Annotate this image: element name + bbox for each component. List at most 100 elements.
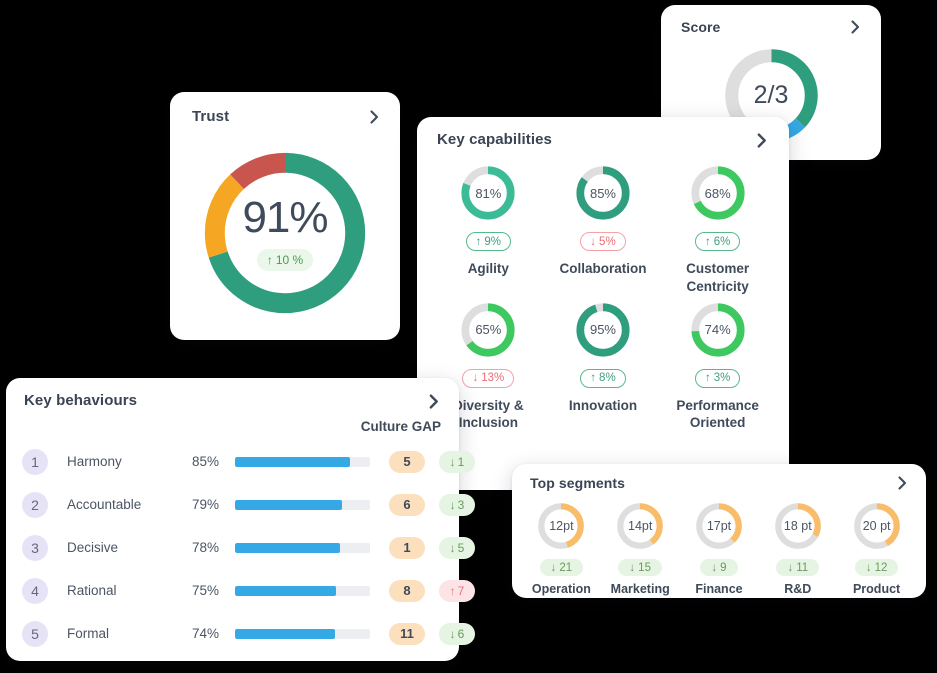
behaviour-progress-bar [235,542,370,553]
segment-donut: 17pt [693,500,745,552]
behaviour-progress-bar [235,456,370,467]
behaviour-name: Harmony [67,454,122,469]
behaviour-name: Rational [67,583,117,598]
segment-donut: 12pt [535,500,587,552]
behaviour-percent: 75% [191,583,219,598]
score-card-header: Score [661,5,881,35]
segment-delta-badge: ↓ 15 [618,559,662,576]
capability-donut: 85% [573,163,633,223]
behaviour-row[interactable]: 5 Formal 74% 11 ↓ 6 [22,612,475,655]
capability-label: Innovation [568,397,638,413]
key-capabilities-card[interactable]: Key capabilities 81% ↑ 9% Agility 85% ↓ 5% Coll… [417,117,789,490]
capability-item[interactable]: 95% ↑ 8% Innovation [546,300,661,433]
behaviour-delta-text: 7 [457,583,465,598]
segment-item[interactable]: 17pt ↓ 9 Finance [680,500,759,596]
behaviour-delta-text: 6 [457,626,465,641]
segment-item[interactable]: 14pt ↓ 15 Marketing [601,500,680,596]
segment-item[interactable]: 18 pt ↓ 11 R&D [758,500,837,596]
behaviour-delta-pill: ↓ 5 [439,536,475,559]
segment-donut: 20 pt [851,500,903,552]
capabilities-grid: 81% ↑ 9% Agility 85% ↓ 5% Collaboration 68% ↑ 6% Cu… [431,163,775,432]
capability-item[interactable]: 68% ↑ 6% Customer Centricity [660,163,775,296]
segment-value: 12pt [549,519,574,533]
segment-delta-text: 11 [796,561,809,574]
arrow-down-icon: ↓ [472,372,479,385]
behaviour-percent: 74% [191,626,219,641]
behaviour-rank-badge: 5 [22,620,48,647]
arrow-down-icon: ↓ [449,454,456,469]
capability-value: 74% [704,322,731,338]
capability-value: 68% [704,185,731,201]
behaviour-delta-pill: ↑ 7 [439,579,475,602]
segment-value: 14pt [628,519,653,533]
behaviour-progress-bar [235,585,370,596]
behaviour-row[interactable]: 4 Rational 75% 8 ↑ 7 [22,569,475,612]
segment-item[interactable]: 20 pt ↓ 12 Product [837,500,916,596]
behaviour-rank-badge: 4 [22,577,48,604]
arrow-up-icon: ↑ [449,583,456,598]
arrow-down-icon: ↓ [787,561,794,574]
capability-value: 65% [475,322,502,338]
capability-donut: 74% [688,300,748,360]
top-segments-header: Top segments [512,464,926,491]
segment-item[interactable]: 12pt ↓ 21 Operation [522,500,601,596]
capability-delta-text: 9% [484,235,502,248]
chevron-right-icon[interactable] [847,19,863,35]
segment-value: 20 pt [862,519,891,533]
chevron-right-icon[interactable] [425,393,441,409]
behaviour-row[interactable]: 1 Harmony 85% 5 ↓ 1 [22,440,475,483]
segment-label: Finance [695,582,743,596]
segment-value: 18 pt [783,519,812,533]
behaviour-row[interactable]: 3 Decisive 78% 1 ↓ 5 [22,526,475,569]
capability-donut: 68% [688,163,748,223]
culture-gap-pill: 5 [389,450,425,473]
behaviour-progress-bar [235,628,370,639]
behaviour-percent: 78% [191,540,219,555]
chevron-right-icon[interactable] [753,132,769,148]
behaviour-rank-badge: 3 [22,534,48,561]
behaviour-delta-pill: ↓ 6 [439,622,475,645]
capability-delta-text: 6% [713,235,731,248]
capability-donut: 95% [573,300,633,360]
behaviour-delta-pill: ↓ 1 [439,450,475,473]
behaviour-name: Accountable [67,497,142,512]
arrow-down-icon: ↓ [449,626,456,641]
capability-delta-text: 5% [599,235,616,248]
capability-label: Collaboration [559,261,647,276]
segment-value: 17pt [706,519,732,533]
capability-delta-badge: ↑ 8% [580,368,626,388]
behaviour-progress-fill [235,499,342,510]
arrow-down-icon: ↓ [711,561,718,574]
trust-card-title: Trust [192,108,230,125]
behaviour-delta-text: 3 [457,497,465,512]
chevron-right-icon[interactable] [894,475,910,491]
top-segments-title: Top segments [530,475,626,491]
segments-grid: 12pt ↓ 21 Operation 14pt ↓ 15 Marketing 17pt ↓ 9 Fi… [522,500,916,596]
key-behaviours-card[interactable]: Key behaviours Culture GAP 1 Harmony 85% 5 ↓… [6,378,475,661]
capability-delta-text: 8% [599,372,616,385]
trust-card[interactable]: Trust 91% ↑ 10 % [170,92,400,340]
arrow-up-icon: ↑ [266,252,273,267]
capability-item[interactable]: 81% ↑ 9% Agility [431,163,546,296]
segment-delta-badge: ↓ 12 [854,559,899,576]
segment-delta-text: 21 [559,561,573,574]
key-behaviours-header: Key behaviours [6,378,459,409]
segment-delta-text: 15 [638,561,651,574]
chevron-right-icon[interactable] [366,109,382,125]
segment-delta-badge: ↓ 9 [700,559,738,576]
arrow-down-icon: ↓ [449,540,456,555]
capability-label: Performance Oriented [676,397,759,431]
trust-center: 91% ↑ 10 % [194,142,376,324]
top-segments-card[interactable]: Top segments 12pt ↓ 21 Operation 14pt ↓ 15 Mark… [512,464,926,598]
capability-item[interactable]: 74% ↑ 3% Performance Oriented [660,300,775,433]
capability-item[interactable]: 85% ↓ 5% Collaboration [546,163,661,296]
behaviour-row[interactable]: 2 Accountable 79% 6 ↓ 3 [22,483,475,526]
behaviour-delta-text: 5 [457,540,465,555]
capability-delta-badge: ↑ 9% [465,232,512,251]
trust-value: 91% [242,192,328,242]
arrow-down-icon: ↓ [449,497,456,512]
behaviour-progress-fill [235,542,341,553]
trust-delta-text: 10 % [275,252,304,267]
capability-donut: 65% [458,300,518,360]
culture-gap-pill: 6 [389,493,425,516]
